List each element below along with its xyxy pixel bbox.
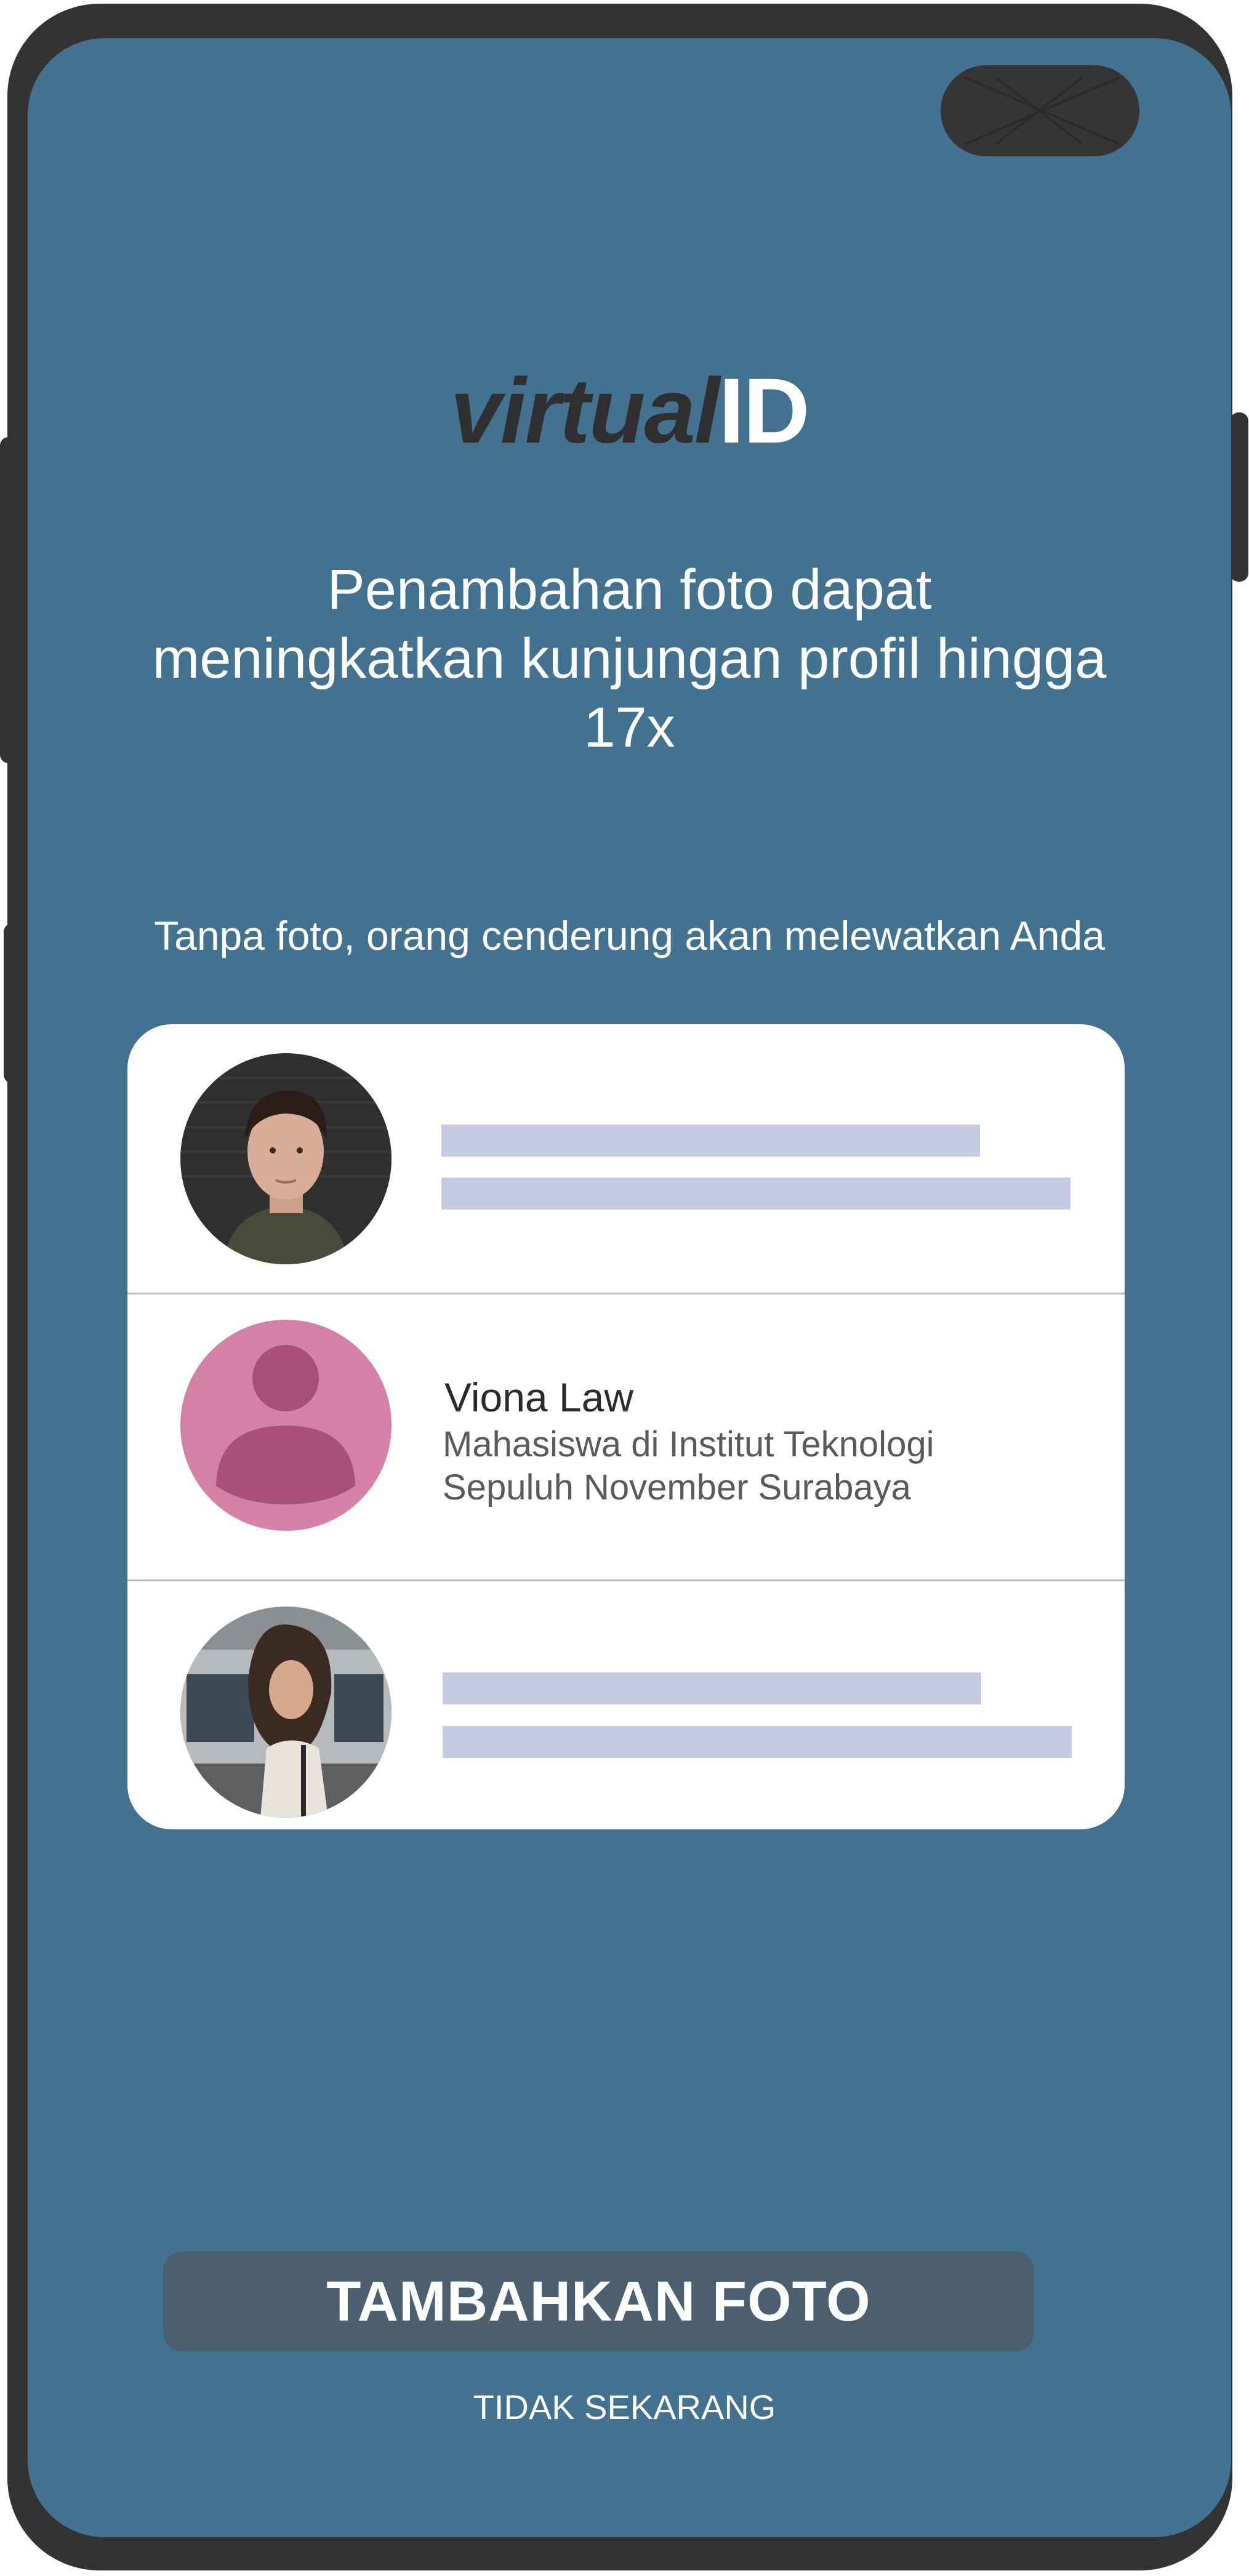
side-button-left-bottom xyxy=(4,923,21,1083)
add-photo-button[interactable]: TAMBAHKAN FOTO xyxy=(163,2252,1034,2351)
camera-cutout xyxy=(941,65,1139,156)
man-portrait-photo xyxy=(180,1053,392,1264)
app-screen: virtualID Penambahan foto dapat meningka… xyxy=(28,38,1231,2537)
description-placeholder-bar xyxy=(441,1178,1070,1210)
headline-text: Penambahan foto dapat meningkatkan kunju… xyxy=(152,558,1107,759)
name-placeholder-bar xyxy=(441,1125,980,1157)
profile-description: Mahasiswa di Institut Teknologi Sepuluh … xyxy=(443,1424,934,1507)
camera-cutout-icon xyxy=(965,76,1120,145)
profile-row-photo-1 xyxy=(127,1024,1125,1294)
name-placeholder-bar xyxy=(443,1672,981,1704)
logo-part-id: ID xyxy=(718,359,810,462)
side-button-right xyxy=(1230,412,1248,582)
profile-row-no-photo: Viona Law Mahasiswa di Institut Teknolog… xyxy=(127,1294,1125,1581)
subline-text: Tanpa foto, orang cenderung akan melewat… xyxy=(154,913,1105,958)
logo-part-virtual: virtual xyxy=(450,359,720,462)
woman-portrait-photo xyxy=(180,1607,392,1818)
man-portrait-icon xyxy=(180,1053,392,1264)
app-logo: virtualID xyxy=(28,364,1231,457)
not-now-link[interactable]: TIDAK SEKARANG xyxy=(0,2387,1249,2427)
user-silhouette-icon xyxy=(216,1345,355,1504)
profile-row-photo-2 xyxy=(127,1581,1125,1829)
default-avatar xyxy=(180,1320,392,1531)
profile-name: Viona Law xyxy=(444,1374,634,1420)
profile-preview-card: Viona Law Mahasiswa di Institut Teknolog… xyxy=(127,1024,1125,1829)
side-button-left-top xyxy=(0,437,18,763)
description-placeholder-bar xyxy=(443,1726,1072,1758)
woman-portrait-icon xyxy=(180,1607,392,1818)
